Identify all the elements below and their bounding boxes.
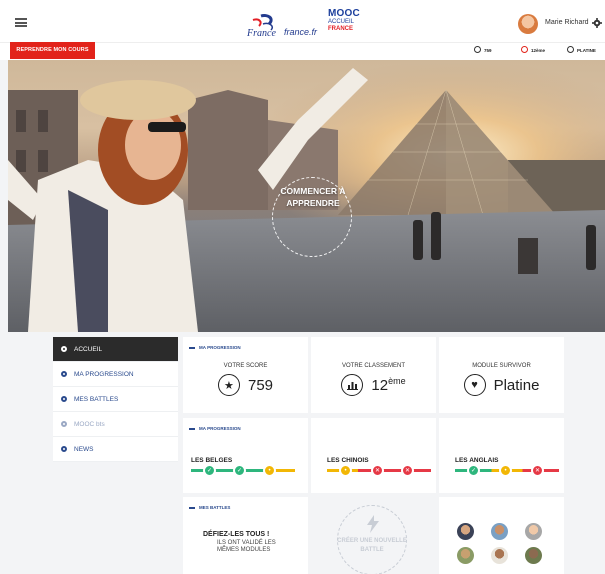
pending-icon: • — [499, 464, 512, 477]
rank-value-wrap: 12ème — [371, 376, 405, 394]
avatar[interactable] — [518, 14, 538, 34]
gear-icon[interactable] — [592, 18, 602, 28]
check-icon: ✓ — [203, 464, 216, 477]
resume-course-button[interactable]: REPRENDRE MON COURS — [10, 42, 95, 59]
pending-icon: • — [263, 464, 276, 477]
score-pill-label: 759 — [484, 48, 492, 53]
rank-title: VOTRE CLASSEMENT — [341, 363, 405, 369]
rank-suffix: ème — [388, 376, 406, 386]
logo-mooc-accueil: ACCUEIL — [328, 19, 355, 25]
cross-icon: ✕ — [371, 464, 384, 477]
opponent-avatar[interactable] — [525, 547, 542, 564]
create-battle-card[interactable]: CRÉER UNE NOUVELLE BATTLE — [311, 497, 436, 574]
sidebar-item-label: NEWS — [74, 445, 94, 453]
lightning-icon — [367, 515, 379, 533]
opponent-avatar[interactable] — [525, 523, 542, 540]
level-pill-label: PLATINE — [577, 48, 596, 53]
opponent-avatar[interactable] — [457, 547, 474, 564]
circle-bullet-icon — [61, 346, 67, 352]
level-pill[interactable]: PLATINE — [567, 46, 596, 56]
sidebar-item-label: MA PROGRESSION — [74, 370, 134, 378]
opponents-card — [439, 497, 564, 574]
sidebar-item-mooc-bts[interactable]: MOOC bts — [53, 412, 178, 437]
sidebar-item-battles[interactable]: MES BATTLES — [53, 387, 178, 412]
team-card-chinois[interactable]: LES CHINOIS • ✕ ✕ — [311, 418, 436, 493]
circle-bullet-icon — [61, 421, 67, 427]
page: France france.fr MOOC ACCUEIL FRANCE Mar… — [0, 0, 605, 574]
start-learning-button[interactable]: COMMENCER À APPRENDRE — [268, 185, 358, 209]
score-value: 759 — [247, 376, 274, 394]
logo-france-site: france.fr — [284, 27, 318, 37]
sidebar-item-progression[interactable]: MA PROGRESSION — [53, 362, 178, 387]
sidebar-item-label: MES BATTLES — [74, 395, 119, 403]
heart-icon — [567, 46, 574, 54]
section-label: MES BATTLES — [189, 505, 230, 510]
sidebar-item-accueil[interactable]: ACCUEIL — [53, 337, 178, 362]
check-icon: ✓ — [233, 464, 246, 477]
team-name: LES ANGLAIS — [455, 457, 499, 464]
battle-subtitle: ILS ONT VALIDÉ LES MÊMES MODULES — [217, 540, 276, 553]
team-card-anglais[interactable]: LES ANGLAIS ✓ • ✕ — [439, 418, 564, 493]
section-label: MA PROGRESSION — [189, 345, 241, 350]
opponent-avatar[interactable] — [491, 523, 508, 540]
section-label: MA PROGRESSION — [189, 426, 241, 431]
survivor-card[interactable]: MODULE SURVIVOR ♥ Platine — [439, 337, 564, 413]
battle-title: DÉFIEZ-LES TOUS ! — [203, 531, 270, 538]
rank-row: 12ème — [311, 374, 436, 396]
team-name: LES BELGES — [191, 457, 233, 464]
star-icon — [474, 46, 481, 54]
sidebar-item-news[interactable]: NEWS — [53, 437, 178, 462]
cross-icon: ✕ — [401, 464, 414, 477]
circle-bullet-icon — [61, 446, 67, 452]
opponent-avatar[interactable] — [491, 547, 508, 564]
score-card[interactable]: MA PROGRESSION VOTRE SCORE ★ 759 — [183, 337, 308, 413]
team-card-belges[interactable]: MA PROGRESSION LES BELGES ✓ ✓ • — [183, 418, 308, 493]
logo-mooc-title: MOOC — [328, 8, 360, 19]
chart-icon — [341, 374, 364, 396]
circle-bullet-icon — [61, 371, 67, 377]
create-battle-button[interactable]: CRÉER UNE NOUVELLE BATTLE — [337, 537, 407, 555]
sidebar-nav: ACCUEIL MA PROGRESSION MES BATTLES MOOC … — [53, 337, 178, 462]
cross-icon: ✕ — [531, 464, 544, 477]
sidebar-item-label: ACCUEIL — [74, 345, 103, 353]
logo-mooc-country: FRANCE — [328, 26, 353, 32]
team-name: LES CHINOIS — [327, 457, 369, 464]
sidebar-item-label: MOOC bts — [74, 420, 105, 428]
rank-value: 12 — [371, 377, 389, 394]
opponent-avatar[interactable] — [457, 523, 474, 540]
star-icon: ★ — [217, 374, 240, 396]
heart-icon: ♥ — [463, 374, 486, 396]
battle-challenge-card[interactable]: MES BATTLES DÉFIEZ-LES TOUS ! ILS ONT VA… — [183, 497, 308, 574]
check-icon: ✓ — [467, 464, 480, 477]
rank-pill[interactable]: 12ème — [521, 46, 545, 56]
score-pill[interactable]: 759 — [474, 46, 492, 56]
user-name[interactable]: Marie Richard — [545, 19, 589, 26]
score-row: ★ 759 — [183, 374, 308, 396]
score-title: VOTRE SCORE — [223, 363, 268, 369]
mooc-logo[interactable]: MOOC ACCUEIL FRANCE — [328, 9, 362, 33]
circle-bullet-icon — [61, 396, 67, 402]
survivor-value: Platine — [493, 376, 540, 394]
logo-france-text: France — [246, 28, 276, 39]
rank-pill-label: 12ème — [531, 48, 546, 53]
rank-card[interactable]: VOTRE CLASSEMENT 12ème — [311, 337, 436, 413]
survivor-title: MODULE SURVIVOR — [472, 363, 531, 369]
survivor-row: ♥ Platine — [439, 374, 564, 396]
top-header: France france.fr MOOC ACCUEIL FRANCE Mar… — [0, 0, 605, 42]
pending-icon: • — [339, 464, 352, 477]
hero-banner: COMMENCER À APPRENDRE — [8, 60, 605, 332]
menu-icon[interactable] — [15, 18, 27, 27]
chart-icon — [521, 46, 528, 54]
